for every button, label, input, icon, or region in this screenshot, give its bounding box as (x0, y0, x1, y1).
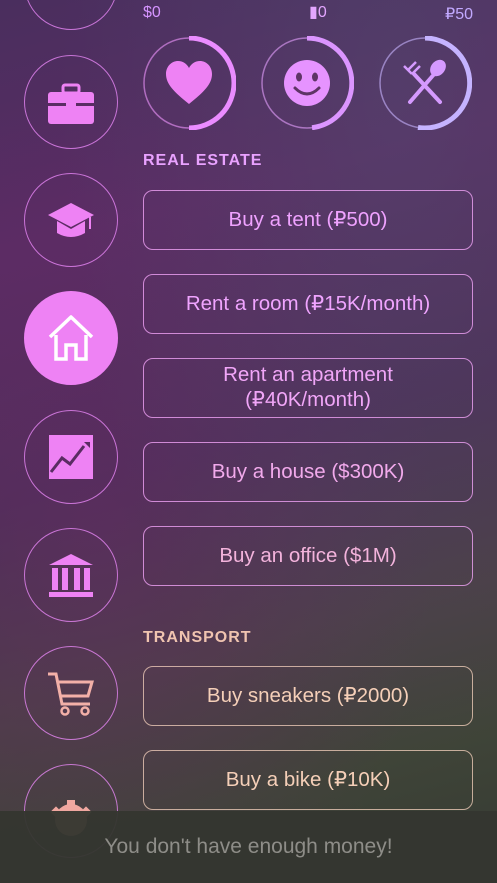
side-nav-education[interactable] (24, 173, 118, 267)
section-title-real-estate: REAL ESTATE (143, 152, 263, 169)
side-nav-real-estate[interactable] (24, 291, 118, 385)
buy-house-button[interactable]: Buy a house ($300K) (143, 442, 473, 502)
heart-icon (166, 61, 212, 104)
smiley-icon (284, 60, 330, 106)
happiness-meter[interactable] (260, 36, 354, 130)
money-min-label: $0 (143, 4, 161, 21)
calendar-icon (46, 0, 96, 8)
side-nav-calendar[interactable] (24, 0, 118, 30)
side-nav-shop[interactable] (24, 646, 118, 740)
food-meter[interactable] (378, 36, 472, 130)
rent-apartment-button[interactable]: Rent an apartment (₽40K/month) (143, 358, 473, 418)
money-max-label: ₽50 (445, 6, 473, 23)
fork-spoon-icon (403, 59, 446, 104)
section-title-transport: TRANSPORT (143, 629, 252, 646)
health-meter[interactable] (142, 36, 236, 130)
chart-icon (49, 435, 93, 479)
cart-icon (48, 672, 94, 716)
side-nav-work[interactable] (24, 55, 118, 149)
graduation-cap-icon (48, 203, 94, 237)
buy-sneakers-button[interactable]: Buy sneakers (₽2000) (143, 666, 473, 726)
side-nav-investments[interactable] (24, 410, 118, 504)
buy-bike-button[interactable]: Buy a bike (₽10K) (143, 750, 473, 810)
side-nav-bank[interactable] (24, 528, 118, 622)
buy-tent-button[interactable]: Buy a tent (₽500) (143, 190, 473, 250)
money-scale: $0 ▮0 ₽50 (143, 2, 473, 24)
briefcase-icon (48, 83, 94, 124)
toast-message: You don't have enough money! (0, 811, 497, 883)
bottle-icon: ▮ (309, 4, 318, 21)
house-icon (48, 315, 94, 361)
money-mid-label: ▮0 (309, 4, 327, 21)
buy-office-button[interactable]: Buy an office ($1M) (143, 526, 473, 586)
bank-icon (49, 554, 93, 597)
rent-room-button[interactable]: Rent a room (₽15K/month) (143, 274, 473, 334)
